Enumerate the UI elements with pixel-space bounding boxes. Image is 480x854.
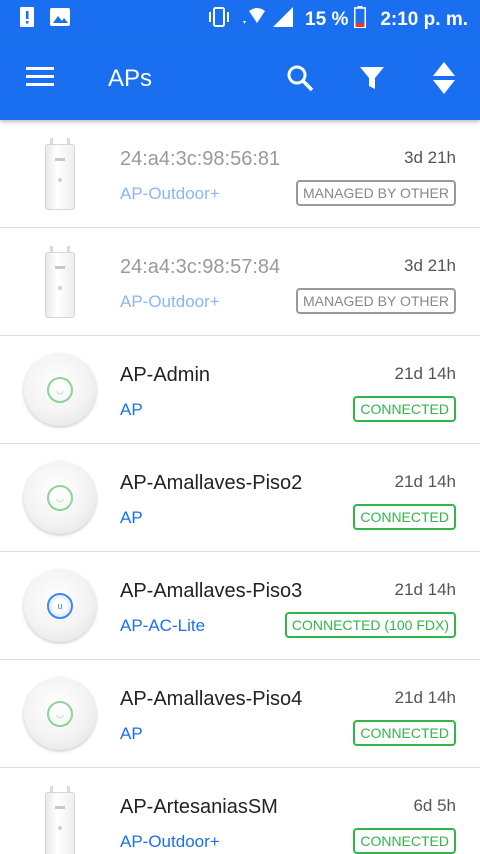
ac-lite-ap-icon: u — [24, 570, 96, 642]
filter-icon[interactable] — [354, 60, 390, 96]
list-item[interactable]: ◡ AP-Admin AP 21d 14h CONNECTED — [0, 336, 480, 444]
device-uptime: 21d 14h — [394, 364, 456, 383]
status-badge: MANAGED BY OTHER — [296, 180, 456, 206]
device-name: 24:a4:3c:98:56:81 — [120, 148, 281, 170]
status-badge: CONNECTED — [353, 504, 456, 530]
device-name: AP-Admin — [120, 364, 211, 386]
list-item[interactable]: ◡ AP-Amallaves-Piso2 AP 21d 14h CONNECTE… — [0, 444, 480, 552]
device-list: 24:a4:3c:98:56:81 AP-Outdoor+ 3d 21h MAN… — [0, 120, 480, 854]
list-item[interactable]: ◡ AP-Amallaves-Piso4 AP 21d 14h CONNECTE… — [0, 660, 480, 768]
status-badge: MANAGED BY OTHER — [296, 288, 456, 314]
device-uptime: 6d 5h — [413, 796, 456, 815]
vibrate-icon — [207, 7, 231, 33]
list-item[interactable]: AP-ArtesaniasSM AP-Outdoor+ 6d 5h CONNEC… — [0, 768, 480, 854]
list-item[interactable]: 24:a4:3c:98:57:84 AP-Outdoor+ 3d 21h MAN… — [0, 228, 480, 336]
device-name: AP-Amallaves-Piso4 — [120, 688, 303, 710]
device-uptime: 21d 14h — [394, 688, 456, 707]
device-name: AP-ArtesaniasSM — [120, 796, 278, 818]
device-model: AP-Outdoor+ — [120, 832, 220, 851]
list-item[interactable]: u AP-Amallaves-Piso3 AP-AC-Lite 21d 14h … — [0, 552, 480, 660]
device-name: 24:a4:3c:98:57:84 — [120, 256, 281, 278]
device-model: AP-AC-Lite — [120, 616, 206, 635]
indoor-ap-icon: ◡ — [24, 462, 96, 534]
device-model: AP-Outdoor+ — [120, 184, 220, 203]
status-badge: CONNECTED (100 FDX) — [284, 612, 456, 638]
wifi-icon — [237, 7, 267, 33]
status-badge: CONNECTED — [353, 828, 456, 854]
device-name: AP-Amallaves-Piso3 — [120, 580, 303, 602]
device-uptime: 21d 14h — [394, 472, 456, 491]
outdoor-ap-icon — [24, 138, 96, 210]
search-icon[interactable] — [282, 60, 318, 96]
menu-icon[interactable] — [24, 62, 58, 92]
app-bar: APs — [0, 36, 480, 120]
device-uptime: 21d 14h — [394, 580, 456, 599]
outdoor-ap-icon — [24, 246, 96, 318]
status-bar: 15 % 2:10 p. m. — [0, 0, 480, 36]
device-model: AP — [120, 508, 143, 527]
outdoor-ap-icon — [24, 786, 96, 854]
alert-icon — [18, 7, 36, 27]
device-model: AP — [120, 400, 143, 419]
device-uptime: 3d 21h — [404, 256, 456, 275]
status-badge: CONNECTED — [353, 720, 456, 746]
device-model: AP — [120, 724, 143, 743]
battery-low-icon — [354, 6, 367, 34]
device-model: AP-Outdoor+ — [120, 292, 220, 311]
clock: 2:10 p. m. — [380, 9, 468, 30]
device-uptime: 3d 21h — [404, 148, 456, 167]
device-name: AP-Amallaves-Piso2 — [120, 472, 303, 494]
indoor-ap-icon: ◡ — [24, 678, 96, 750]
image-icon — [50, 7, 70, 27]
page-title: APs — [108, 65, 153, 92]
signal-icon — [273, 7, 294, 33]
indoor-ap-icon: ◡ — [24, 354, 96, 426]
sort-icon[interactable] — [426, 60, 462, 96]
battery-percent: 15 % — [305, 9, 349, 30]
list-item[interactable]: 24:a4:3c:98:56:81 AP-Outdoor+ 3d 21h MAN… — [0, 120, 480, 228]
status-badge: CONNECTED — [353, 396, 456, 422]
